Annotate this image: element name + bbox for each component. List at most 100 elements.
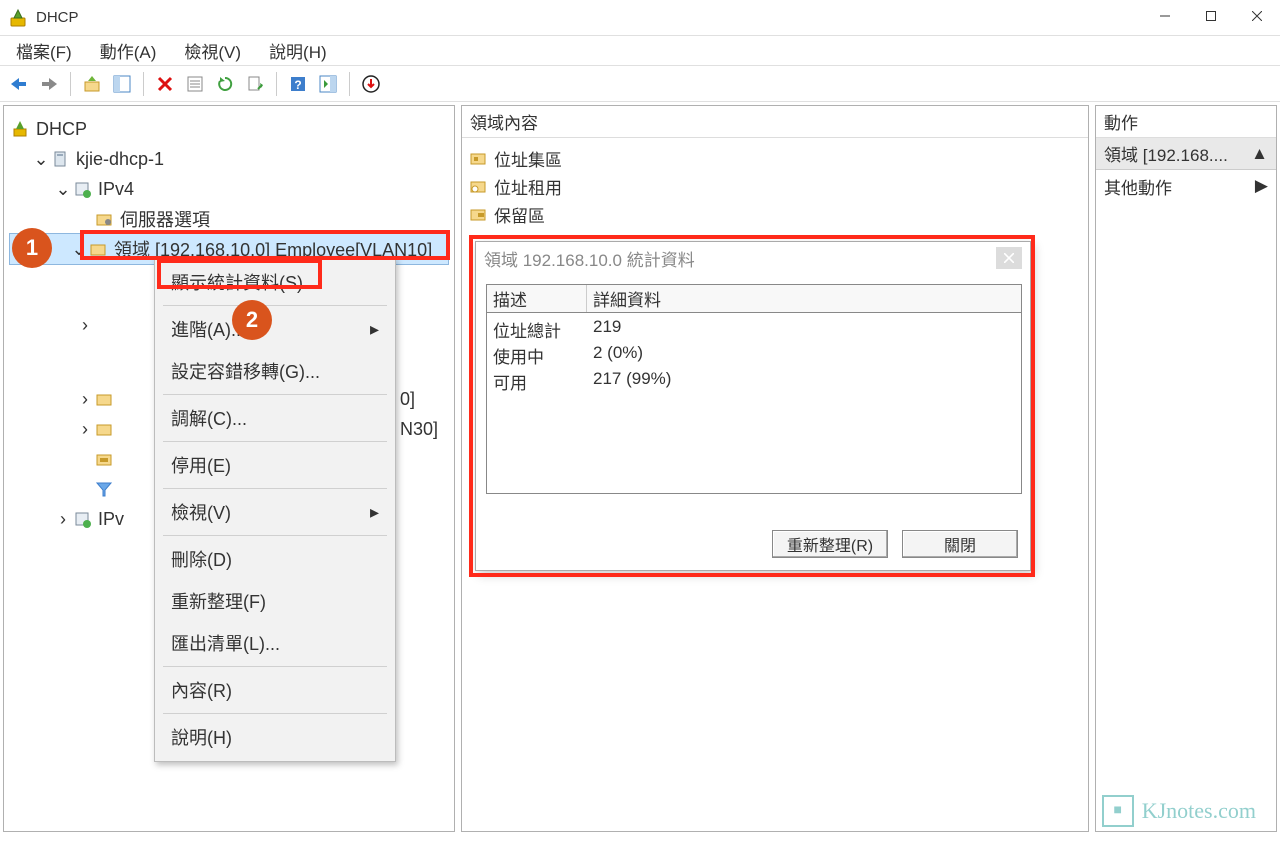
leases-icon [468,176,488,196]
list-item-label: 保留區 [494,202,545,227]
annotation-badge-2: 2 [232,300,272,340]
menu-file[interactable]: 檔案(F) [6,34,82,67]
forward-button[interactable] [36,71,62,97]
content-header: 領域內容 [462,106,1088,138]
chevron-right-icon: ▶ [1255,176,1268,196]
tree-server[interactable]: ⌄ kjie-dhcp-1 [10,144,448,174]
minimize-button[interactable] [1142,1,1188,31]
folder-icon [94,419,114,439]
col-detail[interactable]: 詳細資料 [587,285,1021,312]
export-button[interactable] [242,71,268,97]
show-hide-tree-button[interactable] [109,71,135,97]
list-item-label: 位址集區 [494,146,562,171]
app-icon [8,8,28,28]
close-button[interactable] [1234,1,1280,31]
actions-other-label: 其他動作 [1104,174,1172,199]
chevron-right-icon[interactable]: › [76,389,94,410]
chevron-down-icon[interactable]: ⌄ [54,179,72,200]
ctx-help[interactable]: 說明(H) [157,716,393,758]
tree-ipv6-label: IPv [98,509,124,530]
ctx-deactivate[interactable]: 停用(E) [157,444,393,486]
delete-button[interactable] [152,71,178,97]
watermark-text: KJnotes.com [1142,798,1256,824]
actions-header: 動作 [1096,106,1276,138]
filter-icon [94,479,114,499]
ctx-reconcile[interactable]: 調解(C)... [157,397,393,439]
actions-pane: 動作 領域 [192.168.... ▲ 其他動作 ▶ [1095,105,1277,832]
ctx-properties[interactable]: 內容(R) [157,669,393,711]
actions-scope-header[interactable]: 領域 [192.168.... ▲ [1096,138,1276,170]
list-item-reservations[interactable]: 保留區 [468,200,1082,228]
ctx-advanced[interactable]: 進階(A)...▸ [157,308,393,350]
title-bar: DHCP [0,0,1280,36]
chevron-down-icon[interactable]: ⌄ [70,239,88,260]
menu-action[interactable]: 動作(A) [90,34,167,67]
context-menu: 顯示統計資料(S)... 進階(A)...▸ 設定容錯移轉(G)... 調解(C… [154,257,396,762]
server-icon [50,149,70,169]
actions-scope-label: 領域 [192.168.... [1104,141,1228,166]
chevron-right-icon[interactable]: › [54,509,72,530]
ipv6-icon [72,509,92,529]
annotation-badge-1: 1 [12,228,52,268]
back-button[interactable] [6,71,32,97]
policies-icon [94,449,114,469]
dialog-titlebar: 領域 192.168.10.0 統計資料 [476,242,1030,274]
menu-bar: 檔案(F) 動作(A) 檢視(V) 說明(H) [0,36,1280,66]
svg-text:?: ? [294,78,301,92]
properties-button[interactable] [182,71,208,97]
dialog-close-action-button[interactable]: 關閉 [902,530,1018,558]
menu-help[interactable]: 說明(H) [259,34,337,67]
tree-server-options[interactable]: 伺服器選項 [10,204,448,234]
address-pool-icon [468,148,488,168]
table-row[interactable]: 使用中2 (0%) [493,343,1015,369]
tree-ipv4[interactable]: ⌄ IPv4 [10,174,448,204]
chevron-right-icon: ▸ [370,502,379,523]
table-row[interactable]: 可用217 (99%) [493,369,1015,395]
col-description[interactable]: 描述 [487,285,587,312]
stop-record-button[interactable] [358,71,384,97]
tree-server-label: kjie-dhcp-1 [76,149,164,170]
ipv4-icon [72,179,92,199]
list-item-label: 位址租用 [494,174,562,199]
refresh-button[interactable] [212,71,238,97]
tree-ipv4-label: IPv4 [98,179,134,200]
chevron-right-icon[interactable]: › [76,419,94,440]
tree-server-options-label: 伺服器選項 [120,206,210,232]
tree-root-dhcp[interactable]: DHCP [10,114,448,144]
dhcp-root-icon [10,119,30,139]
ctx-delete[interactable]: 刪除(D) [157,538,393,580]
ctx-show-stats[interactable]: 顯示統計資料(S)... [157,261,393,303]
help-button[interactable]: ? [285,71,311,97]
dialog-close-button[interactable] [996,247,1022,269]
window-title: DHCP [36,9,1142,26]
toolbar: ? [0,66,1280,102]
collapse-icon[interactable]: ▲ [1251,144,1268,164]
folder-icon [94,389,114,409]
dialog-title: 領域 192.168.10.0 統計資料 [484,246,695,271]
chevron-down-icon[interactable]: ⌄ [32,149,50,170]
list-item-address-leases[interactable]: 位址租用 [468,172,1082,200]
list-item-address-pool[interactable]: 位址集區 [468,144,1082,172]
server-options-icon [94,209,114,229]
ctx-view[interactable]: 檢視(V)▸ [157,491,393,533]
up-button[interactable] [79,71,105,97]
dialog-refresh-button[interactable]: 重新整理(R) [772,530,888,558]
partial-text: N30] [400,419,438,440]
scope-folder-icon [88,239,108,259]
stats-dialog: 領域 192.168.10.0 統計資料 描述 詳細資料 位址總計219 使用中… [475,241,1031,571]
actions-other[interactable]: 其他動作 ▶ [1096,170,1276,202]
watermark-logo-icon: ■ [1102,795,1134,827]
action-pane-button[interactable] [315,71,341,97]
watermark: ■ KJnotes.com [1102,795,1256,827]
partial-text: 0] [400,389,415,410]
menu-view[interactable]: 檢視(V) [174,34,251,67]
maximize-button[interactable] [1188,1,1234,31]
reservations-icon [468,204,488,224]
ctx-export-list[interactable]: 匯出清單(L)... [157,622,393,664]
table-row[interactable]: 位址總計219 [493,317,1015,343]
chevron-right-icon[interactable]: › [76,315,94,336]
stats-table: 描述 詳細資料 位址總計219 使用中2 (0%) 可用217 (99%) [486,284,1022,494]
ctx-configure-failover[interactable]: 設定容錯移轉(G)... [157,350,393,392]
ctx-refresh[interactable]: 重新整理(F) [157,580,393,622]
chevron-right-icon: ▸ [370,319,379,340]
